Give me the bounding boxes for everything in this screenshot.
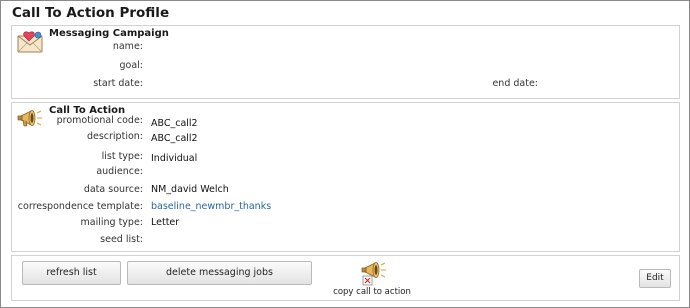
correspondence-template-link[interactable]: baseline_newmbr_thanks	[151, 200, 271, 214]
megaphone-copy-icon	[360, 258, 388, 289]
description-value: ABC_call2	[151, 133, 198, 144]
list-type-row: list type: Individual	[12, 150, 681, 164]
data-source-label: data source:	[83, 184, 143, 195]
mailing-type-value: Letter	[151, 217, 180, 228]
campaign-goal-row: goal:	[12, 59, 681, 73]
messaging-campaign-heading: Messaging Campaign	[49, 28, 169, 39]
correspondence-template-label: correspondence template:	[17, 201, 143, 212]
mailing-type-row: mailing type: Letter	[12, 216, 681, 230]
promo-code-row: promotional code: ABC_call2	[12, 114, 681, 129]
audience-row: audience:	[12, 165, 681, 179]
correspondence-template-row: correspondence template: baseline_newmbr…	[12, 200, 681, 214]
messaging-campaign-panel: Messaging Campaign name: goal: start dat…	[11, 25, 680, 99]
data-source-value: NM_david Welch	[151, 184, 229, 195]
description-row: description: ABC_call2	[12, 130, 681, 144]
copy-call-to-action-label: copy call to action	[333, 287, 411, 297]
profile-window: Call To Action Profile Messaging Campaig…	[0, 0, 690, 308]
data-source-row: data source: NM_david Welch	[12, 183, 681, 197]
seed-list-row: seed list:	[12, 233, 681, 247]
list-type-value: Individual	[151, 153, 198, 164]
actions-panel: refresh list delete messaging jobs copy …	[11, 255, 680, 301]
promo-code-value: ABC_call2	[151, 118, 198, 129]
description-label: description:	[86, 131, 143, 142]
call-to-action-panel: Call To Action promotional code: ABC_cal…	[11, 102, 680, 252]
campaign-name-row: name:	[12, 40, 681, 54]
seed-list-label: seed list:	[100, 234, 143, 245]
page-title: Call To Action Profile	[12, 5, 170, 21]
delete-messaging-jobs-button[interactable]: delete messaging jobs	[127, 261, 312, 285]
name-label: name:	[112, 41, 143, 52]
start-date-label: start date:	[93, 78, 143, 89]
end-date-label: end date:	[492, 78, 538, 89]
promo-code-label: promotional code:	[56, 115, 143, 126]
goal-label: goal:	[119, 60, 143, 71]
campaign-dates-row: start date: end date:	[12, 77, 681, 91]
audience-label: audience:	[96, 166, 143, 177]
mailing-type-label: mailing type:	[80, 217, 144, 228]
list-type-label: list type:	[101, 151, 143, 162]
refresh-list-button[interactable]: refresh list	[22, 261, 121, 285]
edit-button[interactable]: Edit	[639, 269, 671, 288]
